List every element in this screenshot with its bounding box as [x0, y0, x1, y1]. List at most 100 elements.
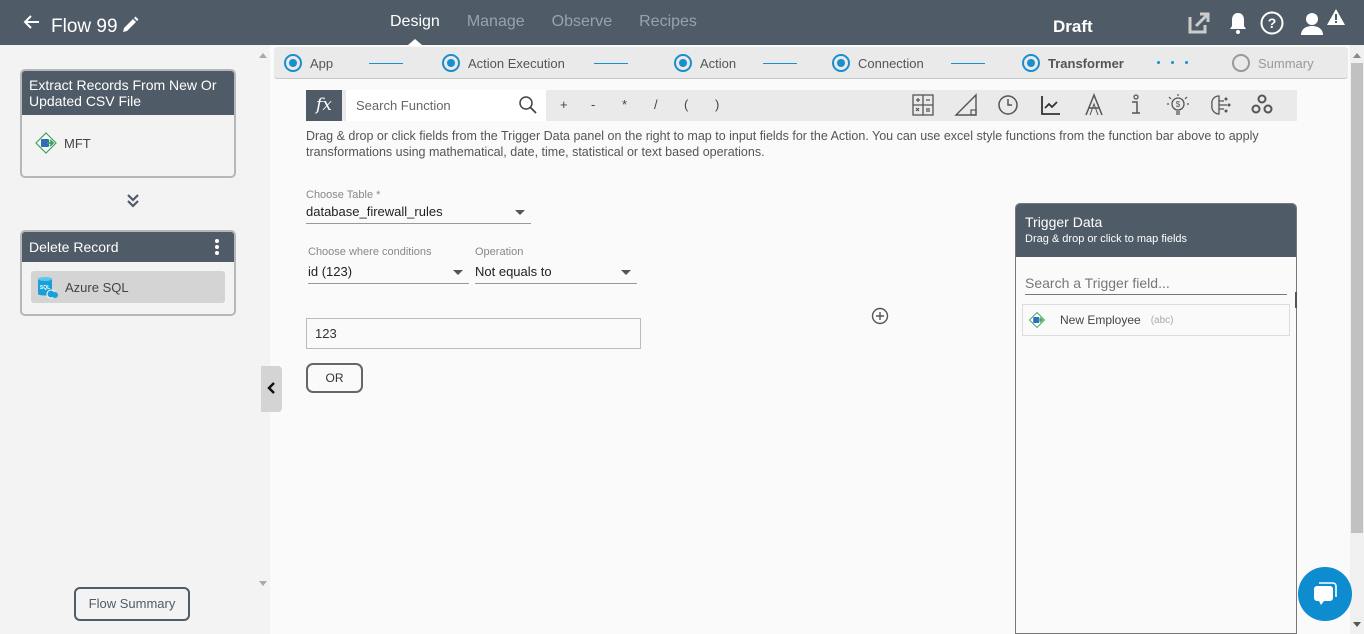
trigger-field-search-input[interactable] — [1025, 271, 1287, 295]
action-card-header: Delete Record — [22, 232, 234, 262]
panel-resize-handle[interactable] — [1295, 292, 1297, 308]
choose-table-label: Choose Table * — [306, 189, 381, 201]
choose-table-select[interactable]: database_firewall_rules — [306, 202, 531, 224]
or-button[interactable]: OR — [306, 363, 363, 393]
function-bar: fx + - * / ( ) $ — [306, 90, 1297, 121]
chevron-left-icon — [267, 382, 275, 394]
chevron-down-icon — [621, 270, 631, 275]
chat-button[interactable] — [1298, 567, 1352, 621]
action-app[interactable]: SQL Azure SQL — [31, 271, 225, 303]
flow-title: Flow 99 — [51, 16, 118, 37]
svg-text:SQL: SQL — [40, 285, 50, 291]
operator-close-paren[interactable]: ) — [715, 97, 719, 112]
trigger-app-name: MFT — [64, 135, 91, 151]
scroll-thumb[interactable] — [1351, 63, 1363, 533]
step-summary[interactable]: Summary — [1232, 47, 1314, 79]
ai-brain-icon[interactable] — [1208, 93, 1232, 117]
operator-open-paren[interactable]: ( — [684, 97, 688, 112]
collapse-sidebar-button[interactable] — [261, 366, 282, 412]
flow-summary-button[interactable]: Flow Summary — [74, 587, 190, 621]
step-done-icon — [284, 54, 302, 72]
external-link-icon[interactable] — [1186, 10, 1212, 36]
chevron-down-icon — [453, 270, 463, 275]
trigger-field-item[interactable]: New Employee (abc) — [1022, 304, 1290, 336]
operator-plus[interactable]: + — [560, 97, 568, 112]
user-icon[interactable] — [1298, 10, 1328, 36]
main-scrollbar[interactable] — [1350, 45, 1364, 634]
scroll-down-icon[interactable] — [1353, 622, 1361, 627]
warning-icon — [1327, 9, 1345, 25]
trigger-card-title: Extract Records From New Or Updated CSV … — [22, 71, 234, 115]
tab-design[interactable]: Design — [390, 0, 440, 45]
operator-minus[interactable]: - — [591, 97, 595, 112]
action-card-title: Delete Record — [29, 239, 119, 255]
function-search-input[interactable] — [346, 90, 546, 121]
trigger-data-panel: Trigger Data Drag & drop or click to map… — [1015, 203, 1297, 634]
scroll-up-icon[interactable] — [1353, 53, 1361, 58]
action-card[interactable]: Delete Record SQL Azure SQL — [20, 230, 236, 316]
step-label: Connection — [858, 55, 924, 71]
trigger-data-title: Trigger Data — [1025, 214, 1103, 230]
mft-icon — [35, 132, 57, 154]
clock-icon[interactable] — [996, 93, 1020, 117]
operator-multiply[interactable]: * — [622, 97, 627, 112]
finance-icon[interactable]: $ — [1166, 93, 1190, 117]
double-chevron-down-icon — [127, 194, 139, 208]
fx-icon: fx — [306, 90, 342, 121]
help-icon[interactable]: ? — [1259, 10, 1285, 36]
step-connector — [951, 63, 985, 64]
step-connector — [763, 63, 797, 64]
tab-observe[interactable]: Observe — [552, 0, 612, 45]
top-bar: Flow 99 Design Manage Observe Recipes Dr… — [0, 0, 1364, 45]
step-transformer[interactable]: Transformer — [1022, 47, 1124, 79]
chat-bubble-icon — [1314, 582, 1337, 605]
kebab-menu-icon[interactable] — [214, 238, 220, 256]
step-action-execution[interactable]: Action Execution — [442, 47, 565, 79]
chart-line-icon[interactable] — [1039, 93, 1063, 117]
main-nav: Design Manage Observe Recipes — [390, 0, 724, 45]
info-icon[interactable] — [1124, 93, 1148, 117]
trigger-app[interactable]: MFT — [30, 127, 226, 159]
operator-divide[interactable]: / — [654, 97, 658, 112]
mft-icon — [1028, 311, 1046, 329]
step-app[interactable]: App — [284, 47, 333, 79]
trigger-field-type: (abc) — [1150, 314, 1174, 326]
trigger-card[interactable]: Extract Records From New Or Updated CSV … — [20, 69, 236, 178]
step-action[interactable]: Action — [674, 47, 736, 79]
math-operators-icon[interactable] — [911, 93, 935, 117]
gears-icon[interactable] — [1250, 93, 1274, 117]
operation-label: Operation — [475, 246, 524, 258]
step-label: Transformer — [1048, 55, 1124, 71]
arrow-left-icon[interactable] — [22, 12, 42, 32]
operation-value: Not equals to — [475, 264, 552, 279]
where-condition-select[interactable]: id (123) — [308, 262, 469, 284]
trigger-data-subtitle: Drag & drop or click to map fields — [1025, 233, 1188, 245]
where-condition-value: id (123) — [308, 264, 353, 279]
step-pending-icon — [1232, 54, 1250, 72]
flow-status: Draft — [1053, 17, 1093, 36]
operation-select[interactable]: Not equals to — [475, 262, 637, 284]
step-label: Summary — [1258, 55, 1314, 71]
trigonometry-icon[interactable] — [954, 93, 978, 117]
step-connection[interactable]: Connection — [832, 47, 924, 79]
wizard-steps: App Action Execution Action Connection T… — [274, 47, 1348, 79]
step-done-icon — [442, 54, 460, 72]
step-connector-pending — [1157, 61, 1199, 64]
step-done-icon — [832, 54, 850, 72]
pencil-icon[interactable] — [120, 15, 140, 35]
step-connector — [369, 63, 403, 64]
help-text: Drag & drop or click fields from the Tri… — [306, 129, 1259, 159]
bell-icon[interactable] — [1225, 10, 1251, 36]
step-label: Action — [700, 55, 737, 71]
plus-circle-icon[interactable] — [871, 307, 889, 325]
step-label: App — [310, 55, 334, 71]
action-app-name: Azure SQL — [65, 279, 129, 295]
search-icon[interactable] — [518, 95, 538, 115]
condition-value-input[interactable] — [306, 318, 641, 349]
step-label: Action Execution — [468, 55, 565, 71]
sidebar-scrollbar[interactable] — [256, 45, 270, 590]
step-current-icon — [1022, 54, 1040, 72]
tab-recipes[interactable]: Recipes — [639, 0, 697, 45]
text-icon[interactable] — [1082, 93, 1106, 117]
tab-manage[interactable]: Manage — [467, 0, 525, 45]
